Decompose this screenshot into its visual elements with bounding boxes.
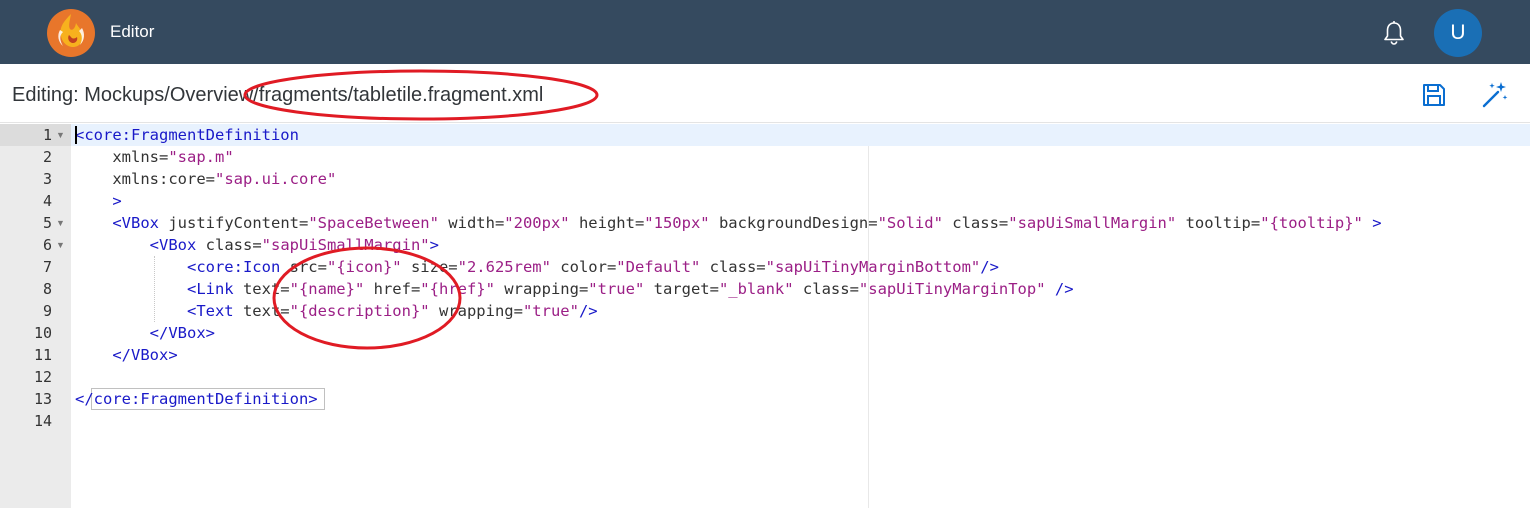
code-token: "true" [588, 280, 645, 298]
code-line[interactable]: <VBox justifyContent="SpaceBetween" widt… [75, 212, 1382, 234]
text-cursor [75, 126, 77, 144]
code-line[interactable]: <VBox class="sapUiSmallMargin"> [75, 234, 439, 256]
code-token: <VBox [75, 236, 197, 254]
code-token: "2.625rem" [457, 258, 551, 276]
code-token: text= [233, 302, 290, 320]
line-number: 8 [42, 280, 52, 298]
code-token: xmlns:core= [75, 170, 215, 188]
code-token: class= [700, 258, 766, 276]
code-token: > [1362, 214, 1382, 232]
line-number: 4 [42, 192, 52, 210]
code-token: "SpaceBetween" [308, 214, 439, 232]
line-number: 7 [42, 258, 52, 276]
line-number: 1 [42, 126, 52, 144]
magic-wand-icon[interactable] [1478, 79, 1510, 111]
code-token: "150px" [644, 214, 710, 232]
code-line[interactable]: </core:FragmentDefinition> [75, 388, 318, 410]
code-token: "_blank" [718, 280, 794, 298]
code-token: <VBox [75, 214, 159, 232]
code-token: text= [233, 280, 290, 298]
editor-subheader: Editing: Mockups/Overview/fragments/tabl… [0, 64, 1530, 123]
code-token: backgroundDesign= [709, 214, 878, 232]
line-number-gutter: 1 ▼ 2 3 4 5 ▼ 6 ▼ 7 8 9 10 11 12 13 14 [0, 124, 71, 508]
user-avatar[interactable]: U [1434, 9, 1482, 57]
code-token: href= [364, 280, 421, 298]
code-token: "sap.ui.core" [214, 170, 337, 188]
code-token: > [429, 236, 439, 254]
code-token: /> [980, 258, 999, 276]
app-title: Editor [110, 22, 155, 41]
bell-icon[interactable] [1380, 19, 1408, 47]
code-line[interactable]: <core:FragmentDefinition [75, 124, 299, 146]
code-token: <core:FragmentDefinition [75, 126, 299, 144]
code-token: justifyContent= [159, 214, 309, 232]
code-line[interactable]: </VBox> [75, 322, 215, 344]
code-line[interactable]: xmlns:core="sap.ui.core" [75, 168, 336, 190]
fold-toggle-icon[interactable]: ▼ [56, 212, 66, 234]
code-line[interactable]: <Text text="{description}" wrapping="tru… [75, 300, 598, 322]
code-token: "Default" [616, 258, 701, 276]
code-token: </core:FragmentDefinition> [75, 390, 318, 408]
code-token: "sap.m" [168, 148, 234, 166]
code-line[interactable]: <Link text="{name}" href="{href}" wrappi… [75, 278, 1074, 300]
code-token: "sapUiTinyMarginTop" [858, 280, 1046, 298]
code-line[interactable]: </VBox> [75, 344, 178, 366]
code-token: height= [569, 214, 645, 232]
code-token: class= [793, 280, 859, 298]
code-token: "sapUiSmallMargin" [261, 236, 430, 254]
code-token: color= [550, 258, 617, 276]
code-token: width= [438, 214, 505, 232]
line-number: 9 [42, 302, 52, 320]
line-number: 5 [42, 214, 52, 232]
line-number: 11 [33, 346, 52, 364]
code-token: "{tooltip}" [1260, 214, 1363, 232]
code-token: class= [942, 214, 1009, 232]
print-margin [868, 146, 869, 508]
line-number: 10 [33, 324, 52, 342]
code-token: <Link [75, 280, 234, 298]
line-number: 2 [42, 148, 52, 166]
code-token: "{description}" [289, 302, 430, 320]
code-token: <Text [75, 302, 234, 320]
code-token: "{href}" [420, 280, 495, 298]
code-token: "Solid" [877, 214, 943, 232]
code-token: wrapping= [494, 280, 589, 298]
code-token: wrapping= [429, 302, 523, 320]
line-number: 14 [33, 412, 52, 430]
code-line[interactable]: > [75, 190, 122, 212]
line-number: 12 [33, 368, 52, 386]
code-token: size= [401, 258, 458, 276]
code-token: "true" [522, 302, 579, 320]
code-token: </VBox> [75, 346, 178, 364]
code-token: /> [578, 302, 598, 320]
code-editor[interactable]: 1 ▼ 2 3 4 5 ▼ 6 ▼ 7 8 9 10 11 12 13 14 <core:FragmentDef… [0, 124, 1530, 508]
code-token: </VBox> [75, 324, 215, 342]
line-number: 6 [42, 236, 52, 254]
code-token: "{icon}" [326, 258, 402, 276]
code-token: xmlns= [75, 148, 169, 166]
fold-toggle-icon[interactable]: ▼ [56, 124, 66, 146]
code-token: target= [644, 280, 719, 298]
code-token: "200px" [504, 214, 570, 232]
code-line[interactable]: xmlns="sap.m" [75, 146, 234, 168]
file-path-title: Editing: Mockups/Overview/fragments/tabl… [12, 84, 544, 106]
code-token: class= [196, 236, 262, 254]
code-token: src= [280, 258, 327, 276]
phoenix-logo-icon[interactable] [46, 8, 96, 58]
code-token: /> [1045, 280, 1074, 298]
line-number: 3 [42, 170, 52, 188]
fold-toggle-icon[interactable]: ▼ [56, 234, 66, 256]
code-line[interactable]: <core:Icon src="{icon}" size="2.625rem" … [75, 256, 999, 278]
code-token: > [75, 192, 122, 210]
line-number: 13 [33, 390, 52, 408]
save-icon[interactable] [1420, 81, 1448, 109]
shell-header: Editor U [0, 0, 1530, 64]
code-token: tooltip= [1176, 214, 1261, 232]
code-token: "sapUiTinyMarginBottom" [765, 258, 981, 276]
code-token: "sapUiSmallMargin" [1008, 214, 1177, 232]
code-token: "{name}" [289, 280, 365, 298]
code-token: <core:Icon [75, 258, 281, 276]
